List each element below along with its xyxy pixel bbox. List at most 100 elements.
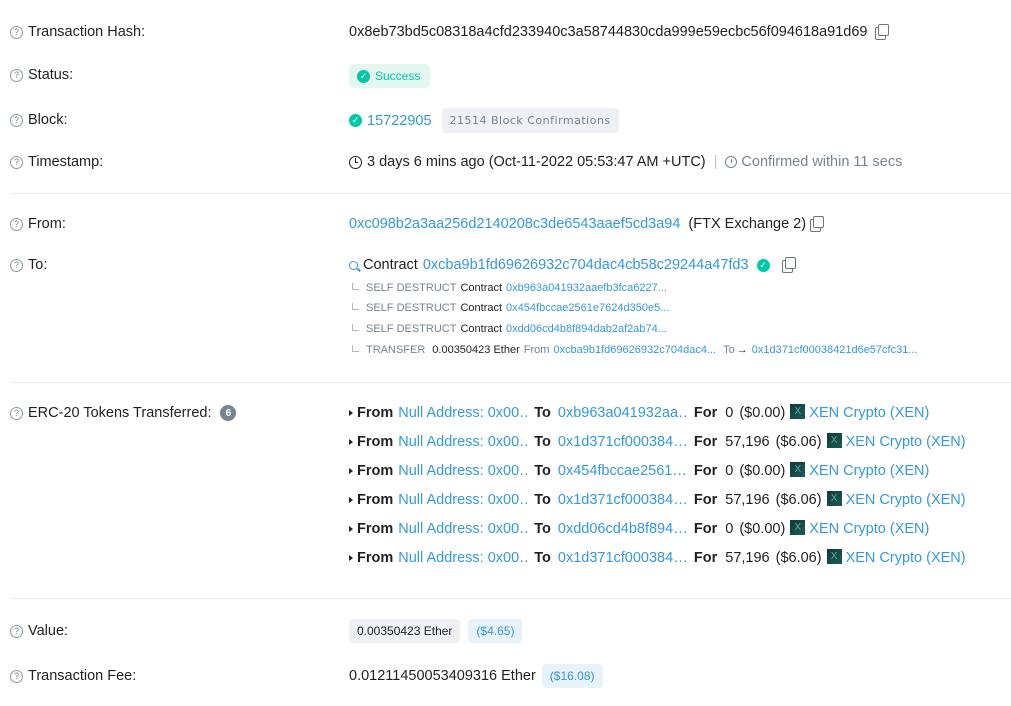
token-usd: ($0.00): [739, 405, 786, 421]
token-name-link[interactable]: XEN Crypto (XEN): [809, 521, 929, 537]
caret-right-icon[interactable]: [349, 439, 353, 445]
help-icon[interactable]: ?: [10, 669, 23, 683]
for-label: For: [693, 434, 718, 450]
block-value: ✓ 15722905 21514 Block Confirmations: [349, 108, 619, 133]
for-label: For: [693, 405, 718, 421]
timestamp-label-text: Timestamp:: [28, 154, 104, 170]
verified-check-icon: ✓: [756, 258, 770, 272]
token-transfer-row[interactable]: From Null Address: 0x00… To 0xdd06cd4b8f…: [349, 519, 929, 537]
caret-right-icon[interactable]: [349, 526, 353, 532]
status-badge: ✓ Success: [349, 64, 431, 88]
block-number-link[interactable]: 15722905: [367, 113, 432, 129]
for-label: For: [693, 521, 718, 537]
token-amount: 0: [725, 463, 734, 479]
from-label: From: [357, 434, 394, 450]
trace-corner-icon: [352, 302, 359, 310]
value-label-text: Value:: [28, 623, 69, 639]
token-from-link[interactable]: Null Address: 0x00…: [398, 521, 529, 537]
copy-icon[interactable]: [810, 215, 825, 232]
token-name-link[interactable]: XEN Crypto (XEN): [846, 550, 966, 566]
block-confirmations-badge: 21514 Block Confirmations: [441, 108, 619, 133]
fee-ether: 0.01211450053409316 Ether: [349, 668, 536, 684]
from-value: 0xc098b2a3aa256d2140208c3de6543aaef5cd3a…: [349, 215, 825, 232]
caret-right-icon[interactable]: [349, 497, 353, 503]
token-usd: ($6.06): [775, 550, 822, 566]
token-amount: 0: [725, 521, 734, 537]
timestamp-label: ? Timestamp:: [10, 154, 103, 170]
token-transfer-row[interactable]: From Null Address: 0x00… To 0x454fbccae2…: [349, 461, 929, 479]
tx-hash-text[interactable]: 0x8eb73bd5c08318a4cfd233940c3a58744830cd…: [349, 24, 867, 40]
token-to-link[interactable]: 0xdd06cd4b8f894…: [558, 521, 689, 537]
help-icon[interactable]: ?: [10, 113, 23, 127]
token-transfer-row[interactable]: From Null Address: 0x00… To 0x1d371cf000…: [349, 548, 966, 566]
token-to-link[interactable]: 0xb963a041932aa…: [558, 405, 689, 421]
trace-type: SELF DESTRUCT: [366, 302, 457, 314]
value-ether-badge: 0.00350423 Ether: [349, 619, 461, 643]
clock-icon: [349, 155, 362, 169]
token-name-link[interactable]: XEN Crypto (XEN): [809, 405, 929, 421]
trace-transfer-row: TRANSFER 0.00350423 Ether From 0xcba9b1f…: [352, 344, 918, 356]
arrow-right-icon: →: [736, 344, 748, 356]
erc20-label: ? ERC-20 Tokens Transferred: 6: [10, 405, 237, 421]
help-icon[interactable]: ?: [10, 68, 23, 82]
trace-row: SELF DESTRUCT Contract 0xdd06cd4b8f894da…: [352, 323, 667, 335]
transfer-to-link[interactable]: 0x1d371cf00038421d6e57cfc31...: [752, 344, 918, 356]
to-label: To: [534, 521, 551, 537]
token-from-link[interactable]: Null Address: 0x00…: [398, 463, 529, 479]
trace-kind: Contract: [460, 282, 503, 294]
to-label: To: [534, 463, 551, 479]
token-from-link[interactable]: Null Address: 0x00…: [398, 492, 529, 508]
divider: [10, 382, 1011, 383]
help-icon[interactable]: ?: [10, 258, 23, 272]
to-label: To: [534, 550, 551, 566]
xen-token-icon: X: [826, 548, 842, 564]
token-transfer-row[interactable]: From Null Address: 0x00… To 0xb963a04193…: [349, 403, 929, 421]
copy-icon[interactable]: [781, 256, 796, 273]
caret-right-icon[interactable]: [349, 555, 353, 561]
from-address-link[interactable]: 0xc098b2a3aa256d2140208c3de6543aaef5cd3a…: [349, 216, 680, 232]
help-icon[interactable]: ?: [10, 406, 23, 420]
trace-corner-icon: [352, 282, 359, 290]
timestamp-text: 3 days 6 mins ago (Oct-11-2022 05:53:47 …: [367, 154, 706, 170]
token-from-link[interactable]: Null Address: 0x00…: [398, 550, 529, 566]
token-to-link[interactable]: 0x454fbccae2561…: [558, 463, 689, 479]
block-label-text: Block:: [28, 112, 68, 128]
to-address-link[interactable]: 0xcba9b1fd69626932c704dac4cb58c29244a47f…: [423, 257, 749, 273]
token-name-link[interactable]: XEN Crypto (XEN): [846, 434, 966, 450]
token-to-link[interactable]: 0x1d371cf000384…: [558, 492, 689, 508]
transfer-from-link[interactable]: 0xcba9b1fd69626932c704dac4...: [553, 344, 716, 356]
tx-hash-label: ? Transaction Hash:: [10, 24, 145, 40]
help-icon[interactable]: ?: [10, 25, 23, 39]
from-label: From: [357, 492, 394, 508]
token-to-link[interactable]: 0x1d371cf000384…: [558, 550, 689, 566]
token-transfer-row[interactable]: From Null Address: 0x00… To 0x1d371cf000…: [349, 432, 966, 450]
token-usd: ($6.06): [775, 492, 822, 508]
token-name-link[interactable]: XEN Crypto (XEN): [846, 492, 966, 508]
token-amount: 0: [725, 405, 734, 421]
caret-right-icon[interactable]: [349, 410, 353, 416]
trace-address-link[interactable]: 0x454fbccae2561e7624d350e5...: [506, 302, 669, 314]
help-icon[interactable]: ?: [10, 624, 23, 638]
to-label: To: [534, 405, 551, 421]
from-label: From: [357, 521, 394, 537]
xen-token-icon: X: [790, 461, 806, 477]
trace-kind: Contract: [460, 323, 503, 335]
trace-address-link[interactable]: 0xb963a041932aaefb3fca6227...: [506, 282, 667, 294]
help-icon[interactable]: ?: [10, 217, 23, 231]
help-icon[interactable]: ?: [10, 155, 23, 169]
xen-token-icon: X: [790, 403, 806, 419]
value-usd-badge: ($4.65): [468, 619, 523, 643]
caret-right-icon[interactable]: [349, 468, 353, 474]
to-label-text: To:: [28, 257, 48, 273]
from-name: (FTX Exchange 2): [688, 216, 807, 232]
token-to-link[interactable]: 0x1d371cf000384…: [558, 434, 689, 450]
token-name-link[interactable]: XEN Crypto (XEN): [809, 463, 929, 479]
value-label: ? Value:: [10, 623, 68, 639]
copy-icon[interactable]: [875, 23, 890, 40]
from-label: From: [357, 550, 394, 566]
token-from-link[interactable]: Null Address: 0x00…: [398, 405, 529, 421]
trace-address-link[interactable]: 0xdd06cd4b8f894dab2af2ab74...: [506, 323, 667, 335]
token-from-link[interactable]: Null Address: 0x00…: [398, 434, 529, 450]
token-transfer-row[interactable]: From Null Address: 0x00… To 0x1d371cf000…: [349, 490, 966, 508]
timer-icon: [725, 156, 738, 168]
